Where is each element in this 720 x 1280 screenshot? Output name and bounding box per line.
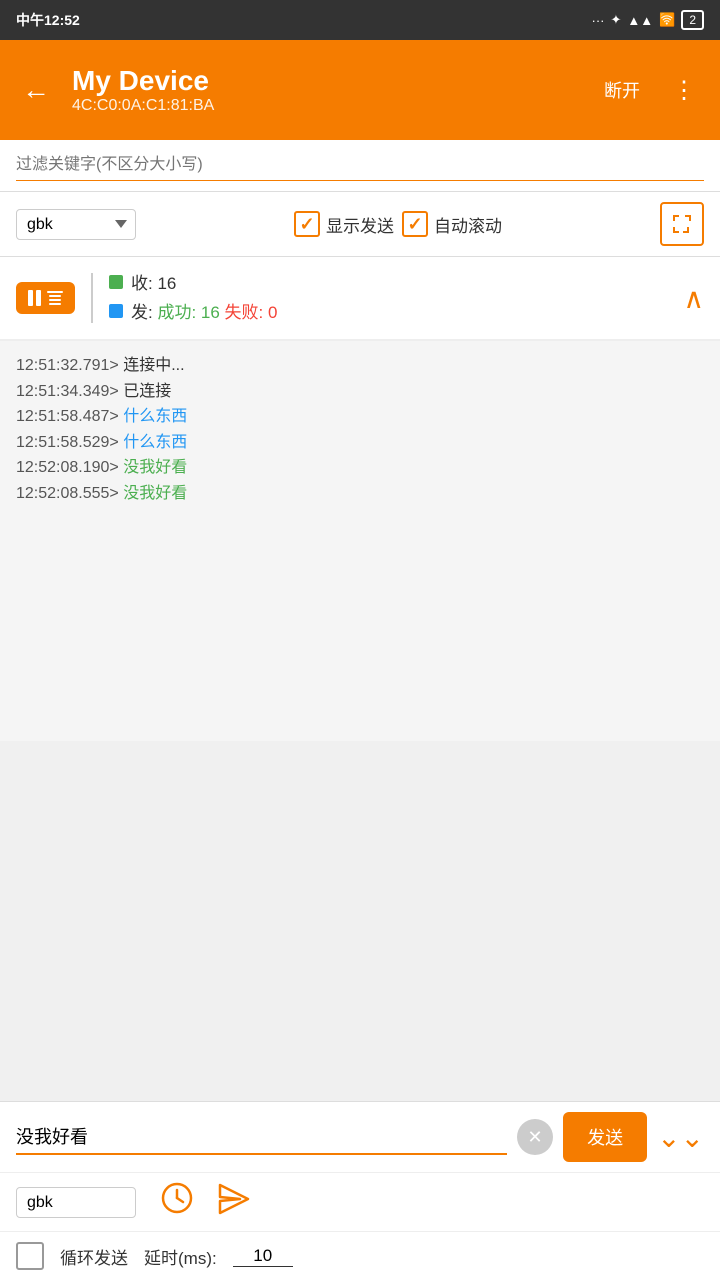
header-title-block: My Device 4C:C0:0A:C1:81:BA <box>72 65 580 115</box>
clock-icon-svg <box>160 1181 194 1215</box>
send-success: 成功: 16 <box>157 303 219 322</box>
checkbox-group: ✓ 显示发送 ✓ 自动滚动 <box>152 211 644 237</box>
recv-stat-line: 收: 16 <box>109 269 668 294</box>
log-message: 没我好看 <box>123 459 187 476</box>
log-line: 12:52:08.555> 没我好看 <box>16 481 704 507</box>
clear-button[interactable]: ✕ <box>517 1119 553 1155</box>
send-fail: 失败: 0 <box>225 303 278 322</box>
log-message: 已连接 <box>123 383 171 400</box>
input-row: ✕ 发送 ⌄⌄ <box>0 1102 720 1173</box>
filter-bar <box>0 140 720 192</box>
show-send-label: 显示发送 <box>326 212 394 237</box>
stats-row: 收: 16 发: 成功: 16 失败: 0 ∧ <box>0 257 720 341</box>
delay-input[interactable] <box>233 1246 293 1267</box>
battery-icon: 2 <box>681 10 704 30</box>
pause-icon <box>28 290 41 306</box>
device-title: My Device <box>72 65 580 97</box>
status-icons: ··· ✦ ▲▲ 🛜 2 <box>591 10 704 30</box>
auto-scroll-checkbox-item: ✓ 自动滚动 <box>402 211 502 237</box>
log-message: 没我好看 <box>123 485 187 502</box>
signal-dots-icon: ··· <box>591 13 604 28</box>
auto-scroll-checkbox[interactable]: ✓ <box>402 211 428 237</box>
bottom-area: ✕ 发送 ⌄⌄ gbk utf-8 hex 循环发送 延时(ms): <box>0 1101 720 1280</box>
log-line: 12:51:58.487> 什么东西 <box>16 404 704 430</box>
send-stat-line: 发: 成功: 16 失败: 0 <box>109 298 668 323</box>
expand-button[interactable] <box>660 202 704 246</box>
wifi-icon: 🛜 <box>659 12 675 28</box>
log-message: 什么东西 <box>123 408 187 425</box>
auto-scroll-label: 自动滚动 <box>434 212 502 237</box>
bluetooth-icon: ✦ <box>610 12 621 28</box>
stats-divider <box>91 273 93 323</box>
status-bar: 中午12:52 ··· ✦ ▲▲ 🛜 2 <box>0 0 720 40</box>
log-area: 12:51:32.791> 连接中...12:51:34.349> 已连接12:… <box>0 341 720 741</box>
signal-bars-icon: ▲▲ <box>627 13 653 28</box>
delay-label: 延时(ms): <box>144 1244 217 1269</box>
log-timestamp: 12:51:34.349> <box>16 383 119 400</box>
back-button[interactable]: ← <box>16 74 56 106</box>
collapse-button[interactable]: ∧ <box>684 282 705 315</box>
log-timestamp: 12:52:08.190> <box>16 459 119 476</box>
show-send-checkbox[interactable]: ✓ <box>294 211 320 237</box>
disconnect-button[interactable]: 断开 <box>596 69 648 111</box>
toolbar-row: gbk utf-8 hex ✓ 显示发送 ✓ 自动滚动 <box>0 192 720 257</box>
pause-bar-1 <box>28 290 33 306</box>
expand-icon <box>671 213 693 235</box>
paper-plane-icon <box>218 1183 250 1215</box>
log-timestamp: 12:51:32.791> <box>16 357 119 374</box>
device-address: 4C:C0:0A:C1:81:BA <box>72 97 580 115</box>
status-time: 中午12:52 <box>16 10 80 30</box>
log-line: 12:52:08.190> 没我好看 <box>16 455 704 481</box>
filter-input[interactable] <box>16 150 704 181</box>
send-button[interactable]: 发送 <box>563 1112 647 1162</box>
log-line: 12:51:32.791> 连接中... <box>16 353 704 379</box>
loop-checkbox[interactable] <box>16 1242 44 1270</box>
encoding-select-bottom[interactable]: gbk utf-8 hex <box>16 1187 136 1218</box>
log-message: 连接中... <box>123 357 184 374</box>
show-send-checkbox-item: ✓ 显示发送 <box>294 211 394 237</box>
send-stat: 发: 成功: 16 失败: 0 <box>131 298 277 323</box>
check-icon-2: ✓ <box>407 214 422 235</box>
log-timestamp: 12:52:08.555> <box>16 485 119 502</box>
recv-dot <box>109 275 123 289</box>
log-message: 什么东西 <box>123 434 187 451</box>
close-icon: ✕ <box>528 1127 543 1148</box>
log-line: 12:51:58.529> 什么东西 <box>16 430 704 456</box>
expand-down-button[interactable]: ⌄⌄ <box>657 1121 704 1154</box>
pause-bar-2 <box>36 290 41 306</box>
stats-info: 收: 16 发: 成功: 16 失败: 0 <box>109 269 668 327</box>
check-icon: ✓ <box>299 214 314 235</box>
loop-label: 循环发送 <box>60 1244 128 1269</box>
loop-row: 循环发送 延时(ms): <box>0 1232 720 1280</box>
encoding-select[interactable]: gbk utf-8 hex <box>16 209 136 240</box>
log-timestamp: 12:51:58.529> <box>16 434 119 451</box>
message-input[interactable] <box>16 1120 507 1155</box>
pause-button[interactable] <box>16 282 75 314</box>
pause-clear-controls <box>16 282 75 314</box>
log-timestamp: 12:51:58.487> <box>16 408 119 425</box>
trash-dots-icon <box>47 291 63 305</box>
send-dot <box>109 304 123 318</box>
recv-stat: 收: 16 <box>131 269 176 294</box>
log-line: 12:51:34.349> 已连接 <box>16 379 704 405</box>
bottom-tools-row: gbk utf-8 hex <box>0 1173 720 1232</box>
more-menu-button[interactable]: ⋮ <box>664 68 704 113</box>
quick-send-button[interactable] <box>218 1183 250 1222</box>
app-header: ← My Device 4C:C0:0A:C1:81:BA 断开 ⋮ <box>0 40 720 140</box>
history-button[interactable] <box>160 1181 194 1223</box>
